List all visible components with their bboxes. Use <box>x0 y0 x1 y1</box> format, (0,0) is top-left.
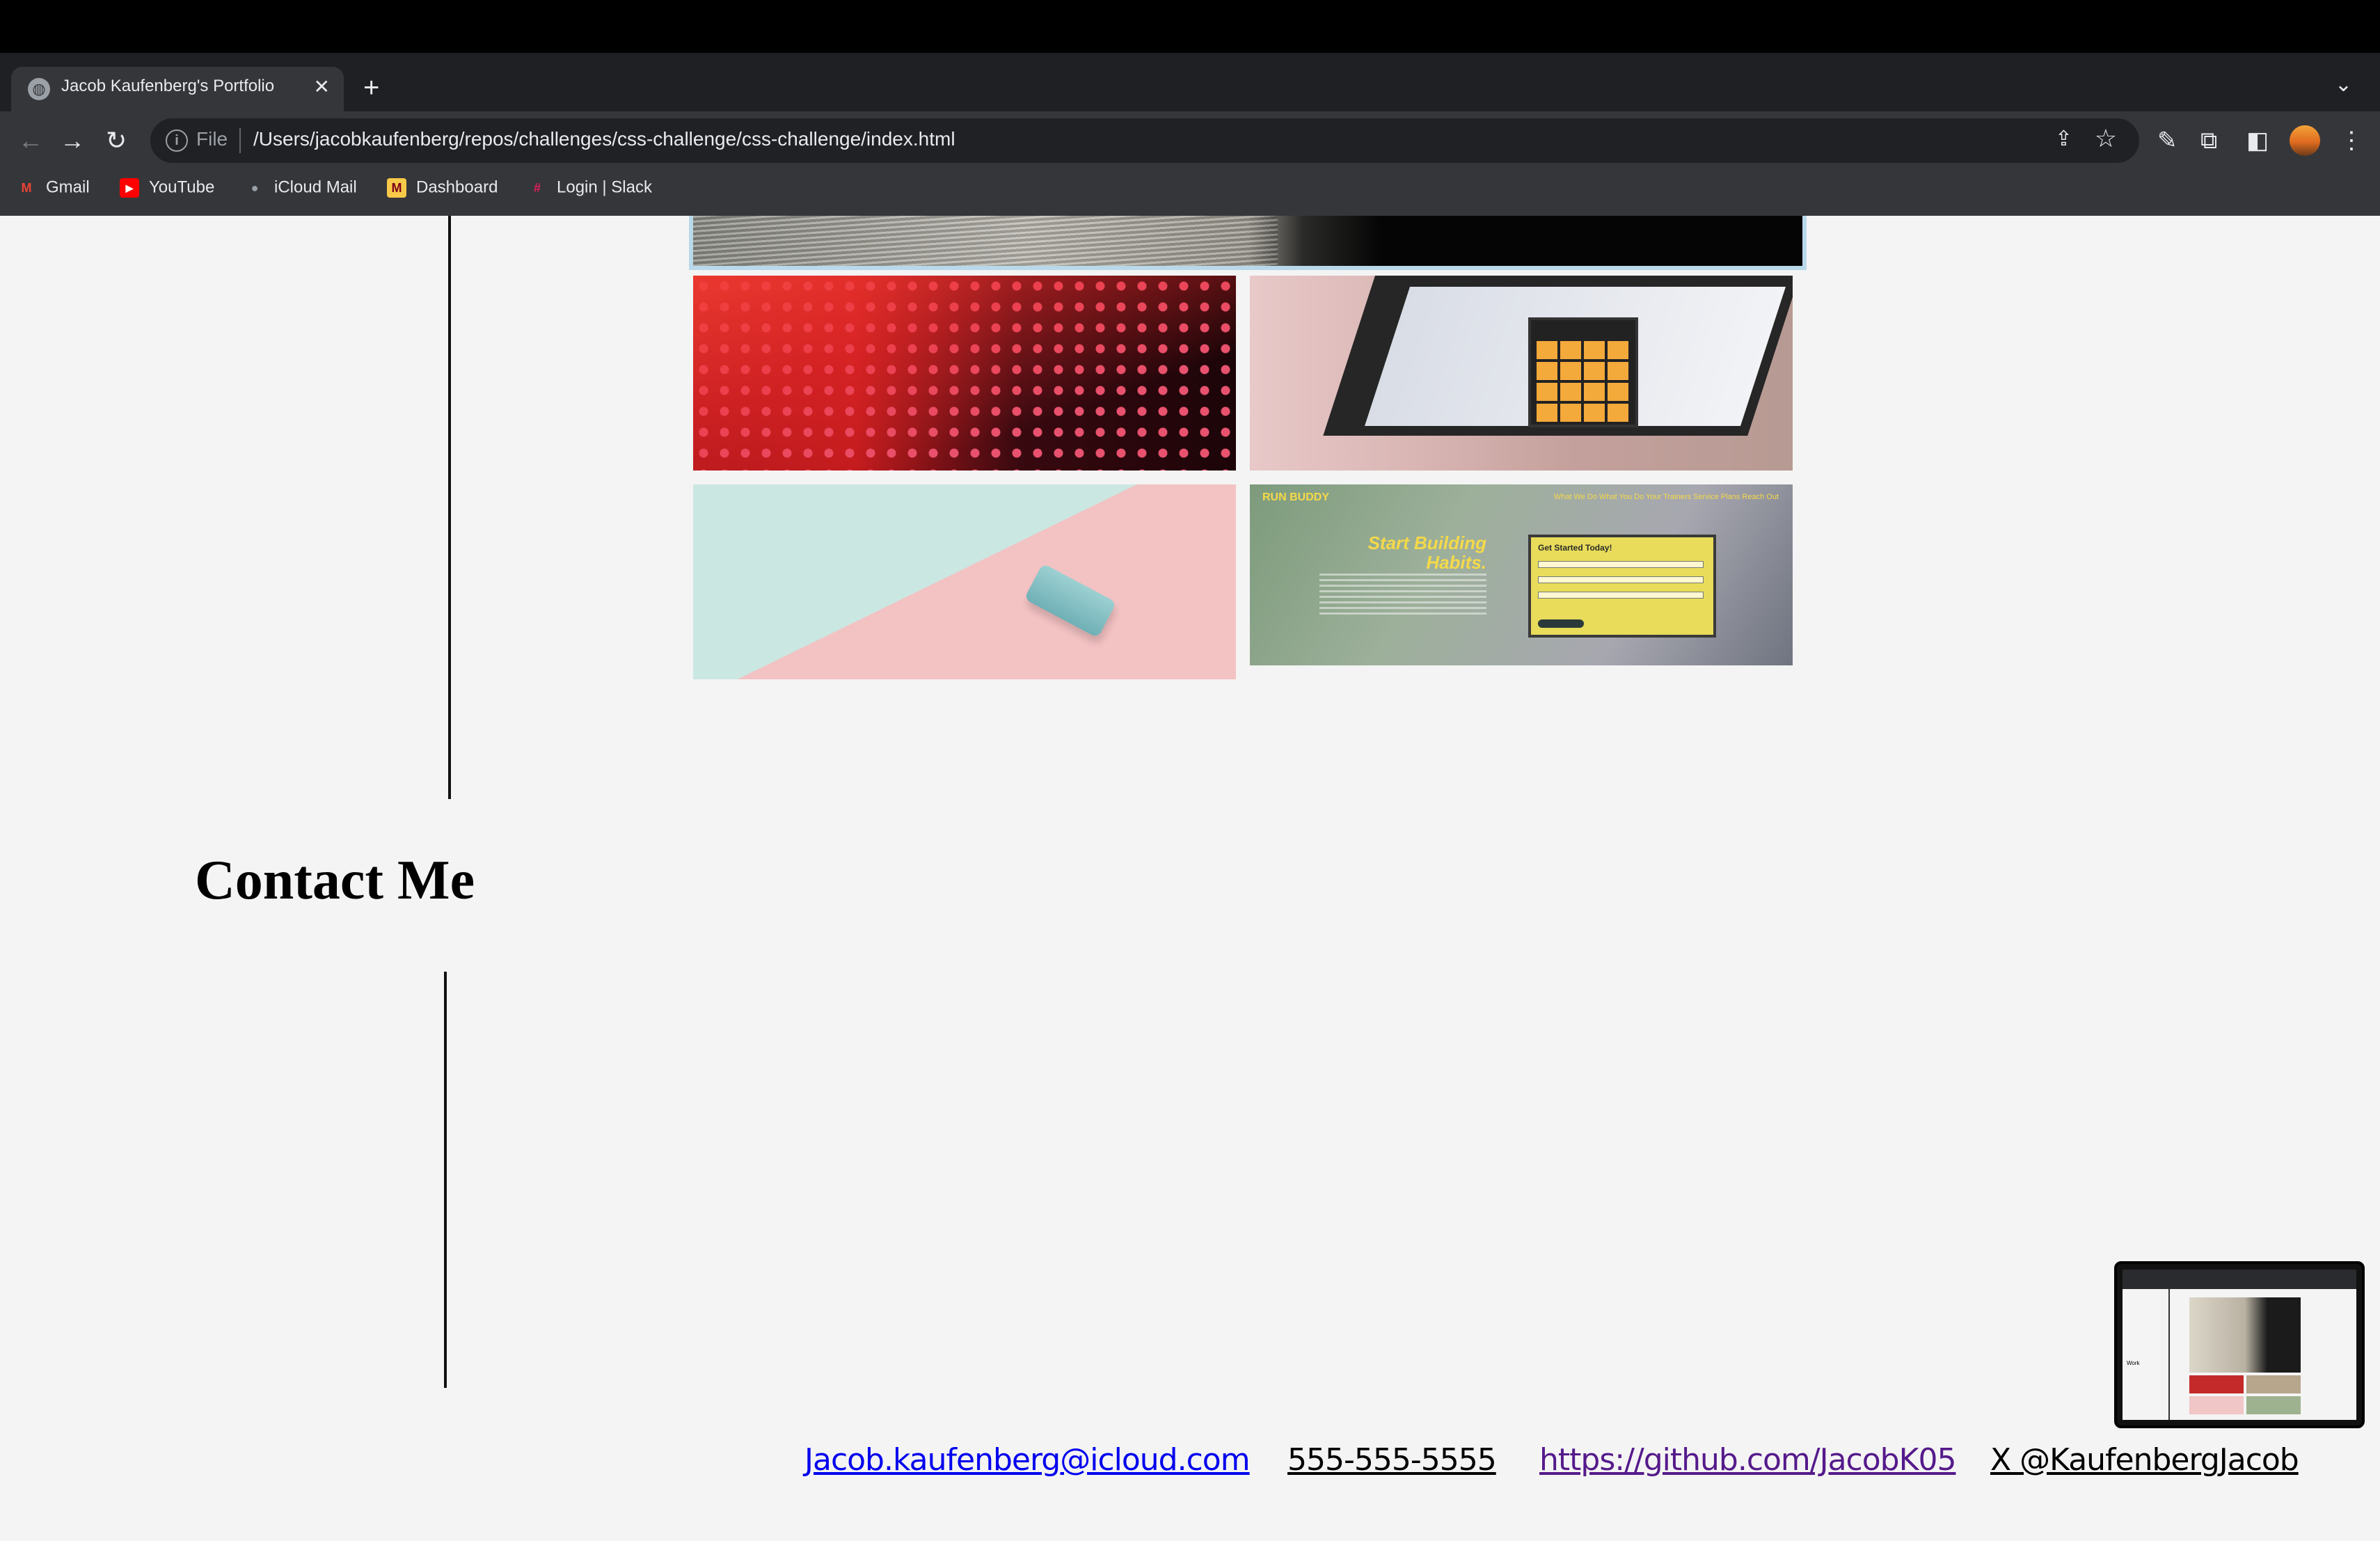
globe-icon: ◍ <box>28 78 50 100</box>
bookmark-icloud-mail[interactable]: ● iCloud Mail <box>245 177 357 198</box>
phone-link[interactable]: 555-555-5555 <box>1287 1442 1497 1478</box>
kebab-menu-icon[interactable]: ⋮ <box>2340 124 2363 157</box>
run-buddy-form: Get Started Today! <box>1528 535 1716 638</box>
run-buddy-brand: RUN BUDDY <box>1262 491 1329 503</box>
url-text[interactable]: /Users/jacobkaufenberg/repos/challenges/… <box>253 128 955 150</box>
featured-project-image[interactable] <box>689 216 1807 270</box>
led-wall-project-thumbnail[interactable] <box>693 276 1236 471</box>
browser-tab[interactable]: ◍ Jacob Kaufenberg's Portfolio ✕ <box>11 67 344 111</box>
url-scheme-label: File <box>196 128 228 150</box>
twitter-link[interactable]: X @KaufenbergJacob <box>1990 1442 2299 1478</box>
side-panel-icon[interactable]: ◧ <box>2246 124 2269 157</box>
tab-search-chevron-icon[interactable]: ⌄ <box>2335 72 2352 97</box>
tab-strip <box>0 53 2380 111</box>
screen-preview-thumbnail[interactable]: Work <box>2114 1261 2365 1428</box>
run-buddy-nav: What We Do What You Do Your Trainers Ser… <box>1553 493 1779 501</box>
close-tab-icon[interactable]: ✕ <box>314 75 330 98</box>
ocean-waves <box>693 216 1278 266</box>
run-buddy-hero: Start Building Habits. <box>1367 532 1486 573</box>
bookmark-dashboard[interactable]: M Dashboard <box>387 177 498 198</box>
preview-work-label: Work <box>2127 1360 2140 1366</box>
bookmarks-bar <box>0 170 2380 216</box>
profile-avatar[interactable] <box>2290 125 2320 156</box>
bookmark-slack[interactable]: # Login | Slack <box>527 177 652 198</box>
forward-arrow-icon[interactable]: → <box>60 123 85 159</box>
address-bar[interactable]: i File /Users/jacobkaufenberg/repos/chal… <box>150 118 2139 163</box>
contact-heading: Contact Me <box>195 850 475 911</box>
new-tab-button[interactable]: + <box>363 68 379 107</box>
share-icon[interactable]: ⇪ <box>2055 127 2072 151</box>
email-link[interactable]: Jacob.kaufenberg@icloud.com <box>804 1442 1251 1478</box>
youtube-icon: ▶ <box>120 177 139 198</box>
url-separator <box>239 128 241 153</box>
tab-title: Jacob Kaufenberg's Portfolio <box>61 77 275 95</box>
bookmark-youtube[interactable]: ▶ YouTube <box>120 177 214 198</box>
apple-icon: ● <box>251 180 259 195</box>
calculator-app <box>1528 317 1638 427</box>
dashboard-icon: M <box>387 177 406 198</box>
run-buddy-project-thumbnail[interactable]: RUN BUDDY What We Do What You Do Your Tr… <box>1250 484 1793 665</box>
github-link[interactable]: https://github.com/JacobK05 <box>1539 1442 1956 1478</box>
calculator-project-thumbnail[interactable] <box>1250 276 1793 471</box>
info-icon[interactable]: i <box>166 129 188 152</box>
bookmark-star-icon[interactable]: ☆ <box>2095 124 2117 153</box>
extensions-puzzle-icon[interactable]: ⧉ <box>2200 124 2217 157</box>
window-top-bar <box>0 0 2380 53</box>
phone-project-thumbnail[interactable] <box>693 484 1236 679</box>
slack-icon: # <box>533 180 541 195</box>
contact-section-divider <box>444 972 447 1388</box>
work-section-divider <box>448 216 451 799</box>
phone-object <box>1024 563 1117 638</box>
extension-pen-icon[interactable]: ✎ <box>2157 124 2177 157</box>
reload-icon[interactable]: ↻ <box>106 123 127 159</box>
back-arrow-icon[interactable]: ← <box>18 123 43 159</box>
gmail-icon: M <box>21 180 32 195</box>
bookmark-gmail[interactable]: M Gmail <box>17 177 90 198</box>
